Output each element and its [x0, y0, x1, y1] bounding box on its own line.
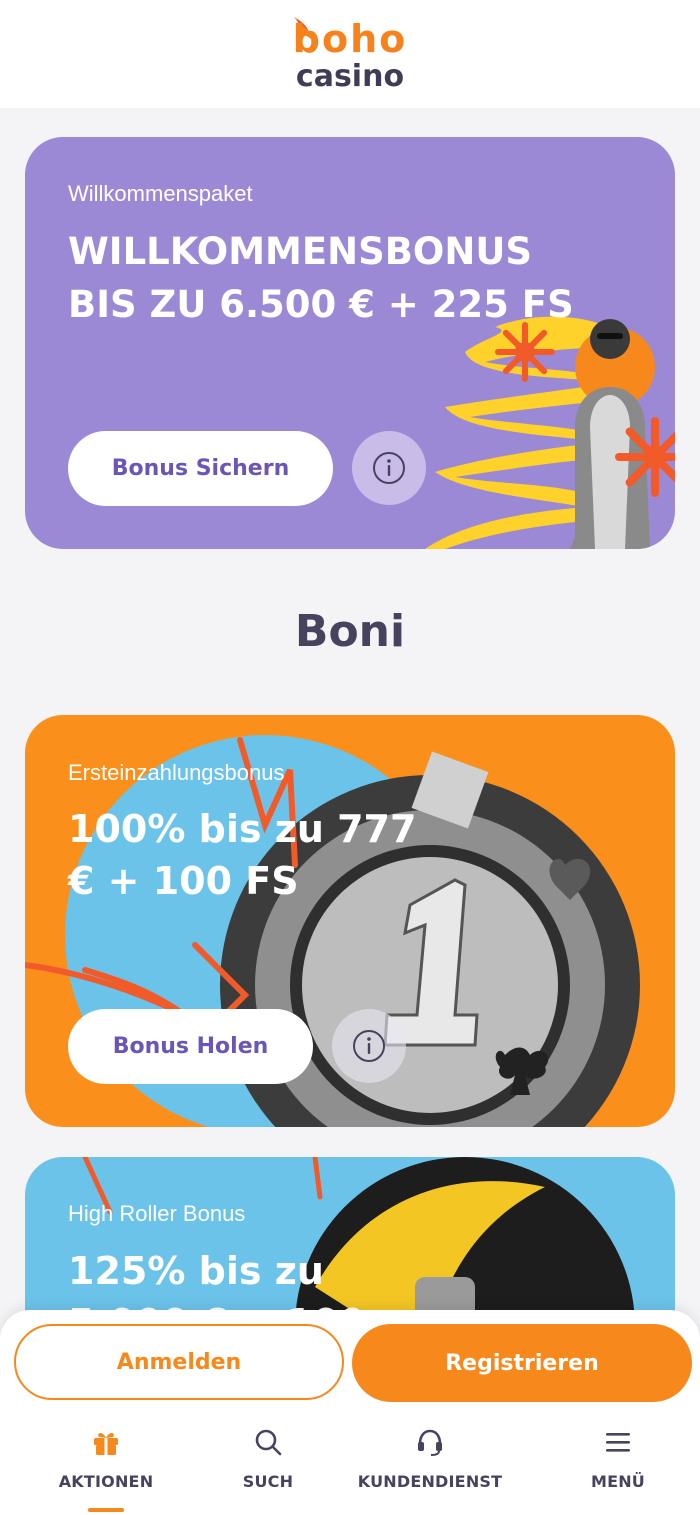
nav-item-menu[interactable]: MENÜ — [536, 1420, 700, 1515]
first-deposit-eyebrow: Ersteinzahlungsbonus — [68, 760, 285, 785]
nav-item-such[interactable]: SUCH — [212, 1420, 324, 1515]
boho-casino-logo[interactable]: boho casino — [285, 9, 415, 99]
nav-label-kundendienst: KUNDENDIENST — [357, 1472, 503, 1491]
nav-label-menu: MENÜ — [590, 1472, 646, 1491]
first-deposit-bonus-card[interactable]: Ersteinzahlungsbonus 100% bis zu 777 € +… — [25, 715, 675, 1127]
welcome-art — [425, 316, 675, 549]
nav-item-aktionen[interactable]: AKTIONEN — [0, 1420, 212, 1515]
active-tab-indicator — [88, 1508, 124, 1512]
gift-icon — [94, 1432, 118, 1455]
first-deposit-info-button[interactable] — [332, 1009, 406, 1083]
bonus-sichern-button[interactable]: Bonus Sichern — [68, 431, 333, 506]
logo-wordmark-bottom: casino — [295, 59, 405, 94]
nav-item-kundendienst[interactable]: KUNDENDIENST — [324, 1420, 536, 1515]
info-icon — [373, 452, 405, 484]
bonus-holen-button[interactable]: Bonus Holen — [68, 1009, 313, 1084]
register-button[interactable]: Registrieren — [352, 1324, 692, 1402]
search-icon — [255, 1429, 282, 1456]
first-deposit-title: 100% bis zu 777 € + 100 FS — [68, 807, 417, 903]
menu-icon — [606, 1433, 630, 1452]
nav-label-aktionen: AKTIONEN — [58, 1472, 154, 1491]
headset-icon — [418, 1429, 442, 1456]
info-icon — [353, 1030, 385, 1062]
login-button[interactable]: Anmelden — [14, 1324, 344, 1400]
welcome-eyebrow: Willkommenspaket — [68, 181, 253, 206]
bottom-action-bar: Anmelden Registrieren AKTIONEN SUCH KUND… — [0, 1310, 700, 1515]
nav-label-such: SUCH — [242, 1472, 294, 1491]
welcome-bonus-card[interactable]: Willkommenspaket WILLKOMMENSBONUS BIS ZU… — [25, 137, 675, 549]
welcome-info-button[interactable] — [352, 431, 426, 505]
welcome-title: WILLKOMMENSBONUS BIS ZU 6.500 € + 225 FS — [68, 230, 574, 326]
bottom-navigation: AKTIONEN SUCH KUNDENDIENST MENÜ — [0, 1420, 700, 1515]
app-header: boho casino — [0, 0, 700, 108]
logo-wordmark-top: boho — [292, 17, 408, 61]
section-title-boni: Boni — [294, 606, 406, 657]
high-roller-eyebrow: High Roller Bonus — [68, 1201, 246, 1226]
